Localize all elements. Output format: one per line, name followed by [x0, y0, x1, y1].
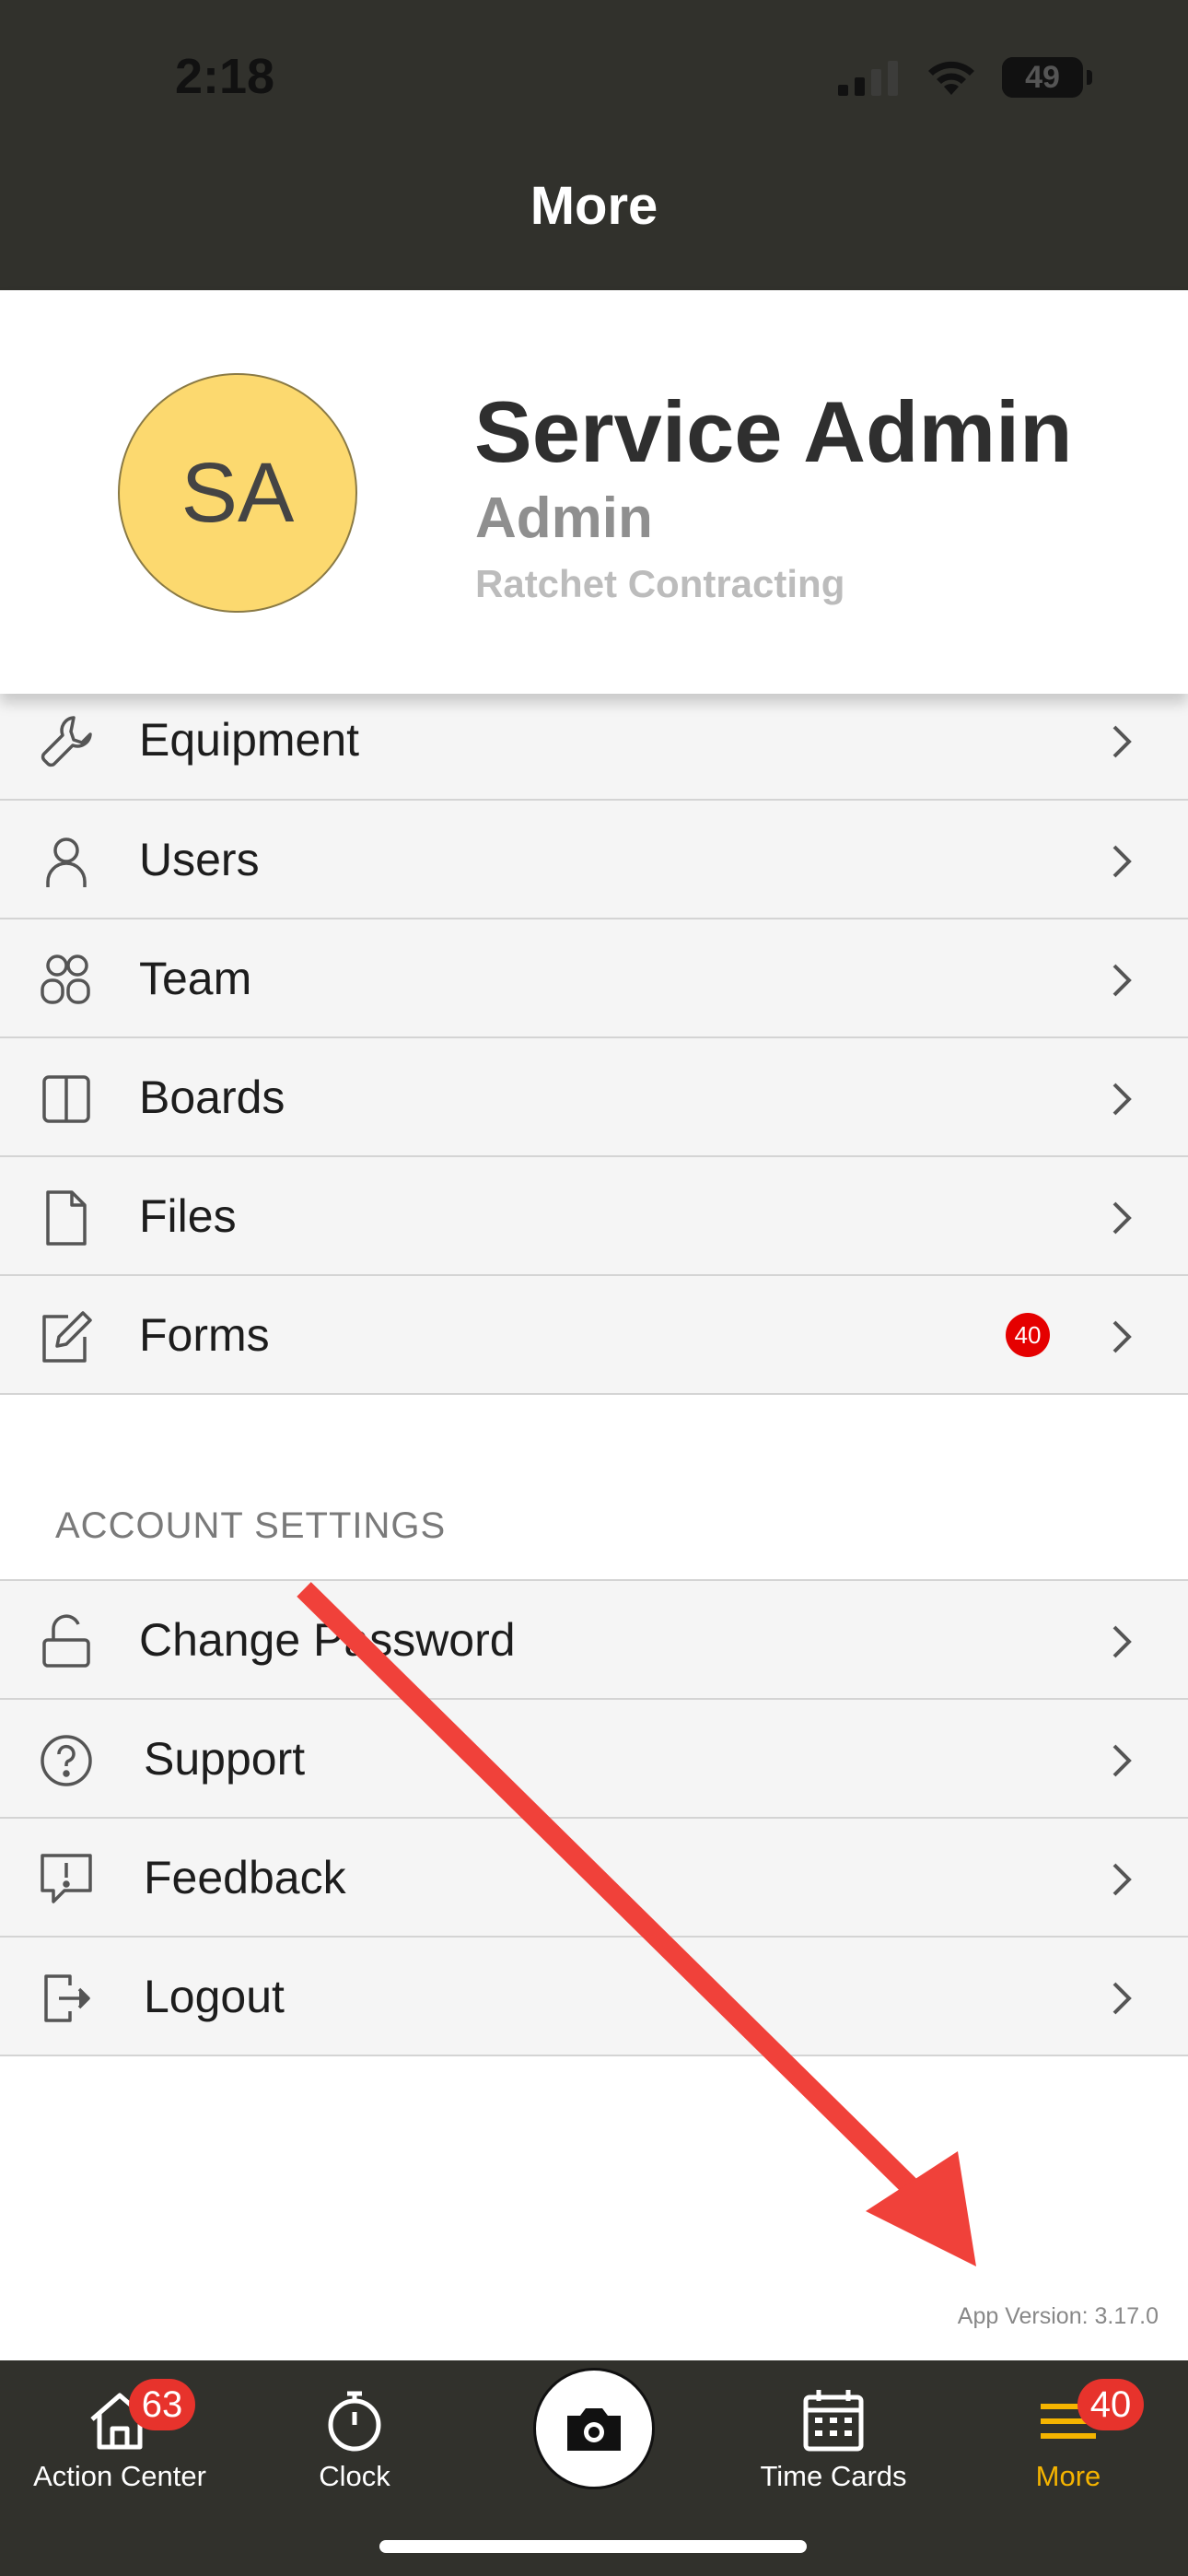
menu-item-files[interactable]: Files: [0, 1157, 1188, 1276]
menu-item-users[interactable]: Users: [0, 801, 1188, 919]
menu-item-logout[interactable]: Logout: [0, 1938, 1188, 2056]
account-settings-heading: ACCOUNT SETTINGS: [55, 1505, 447, 1546]
menu-item-change-password[interactable]: Change Password: [0, 1581, 1188, 1700]
tab-label: Action Center: [33, 2460, 206, 2492]
battery-icon: 49: [1002, 57, 1092, 98]
chevron-right-icon: [1112, 1083, 1132, 1116]
account-settings-menu: Change Password Support Feedback Logout: [0, 1579, 1188, 2056]
action-center-badge: 63: [129, 2379, 195, 2430]
stopwatch-icon: [328, 2391, 381, 2452]
status-icons: 49: [836, 57, 1092, 98]
help-icon: [41, 1735, 92, 1786]
tab-label: More: [1035, 2460, 1101, 2492]
menu-item-support[interactable]: Support: [0, 1700, 1188, 1819]
chevron-right-icon: [1112, 1625, 1132, 1658]
profile-name: Service Admin: [474, 383, 1073, 480]
menu-label: Logout: [144, 1971, 285, 2022]
profile-company: Ratchet Contracting: [475, 562, 845, 605]
menu-label: Change Password: [139, 1614, 516, 1666]
menu-item-equipment[interactable]: Equipment: [0, 694, 1188, 801]
chevron-right-icon: [1112, 964, 1132, 997]
profile-role: Admin: [475, 486, 653, 550]
feedback-icon: [41, 1854, 92, 1903]
wifi-icon: [928, 61, 974, 95]
menu-label: Forms: [139, 1309, 270, 1361]
menu-label: Users: [139, 834, 260, 885]
menu-label: Files: [139, 1190, 237, 1242]
chevron-right-icon: [1112, 845, 1132, 878]
tab-label: Time Cards: [760, 2460, 907, 2492]
status-time: 2:18: [175, 49, 275, 104]
tab-label: Clock: [319, 2460, 390, 2492]
menu-label: Boards: [139, 1071, 285, 1123]
main-menu: Equipment Users Team Boards Files Forms …: [0, 694, 1188, 1395]
tab-time-cards[interactable]: Time Cards: [737, 2388, 930, 2493]
avatar: SA: [118, 373, 357, 613]
chevron-right-icon: [1112, 1744, 1132, 1777]
tab-clock[interactable]: Clock: [276, 2388, 433, 2493]
camera-button[interactable]: [533, 2368, 655, 2489]
signal-icon: [838, 61, 898, 96]
battery-level: 49: [1025, 59, 1060, 95]
chevron-right-icon: [1112, 1863, 1132, 1896]
edit-form-icon: [42, 1311, 92, 1363]
profile-card: SA Service Admin Admin Ratchet Contracti…: [0, 290, 1188, 694]
boards-icon: [42, 1075, 90, 1123]
team-icon: [41, 954, 90, 1004]
chevron-right-icon: [1112, 1982, 1132, 2015]
file-icon: [46, 1190, 87, 1246]
camera-icon: [567, 2408, 621, 2451]
menu-label: Feedback: [144, 1852, 346, 1903]
calendar-icon: [803, 2390, 864, 2452]
menu-label: Support: [144, 1733, 306, 1785]
menu-item-team[interactable]: Team: [0, 919, 1188, 1038]
menu-item-boards[interactable]: Boards: [0, 1038, 1188, 1157]
menu-item-feedback[interactable]: Feedback: [0, 1819, 1188, 1938]
wrench-icon: [41, 716, 92, 767]
menu-label: Team: [139, 953, 252, 1004]
menu-item-forms[interactable]: Forms 40: [0, 1276, 1188, 1395]
user-icon: [46, 837, 87, 887]
forms-badge: 40: [1006, 1313, 1050, 1357]
chevron-right-icon: [1112, 1320, 1132, 1353]
more-badge: 40: [1077, 2379, 1144, 2430]
chevron-right-icon: [1112, 1201, 1132, 1235]
top-header: 2:18 49 More: [0, 0, 1188, 290]
unlock-icon: [42, 1614, 90, 1668]
chevron-right-icon: [1112, 725, 1132, 758]
page-title: More: [530, 176, 658, 236]
logout-icon: [44, 1974, 90, 2022]
menu-label: Equipment: [139, 714, 360, 766]
home-indicator: [379, 2540, 807, 2553]
app-version: App Version: 3.17.0: [957, 2303, 1159, 2329]
